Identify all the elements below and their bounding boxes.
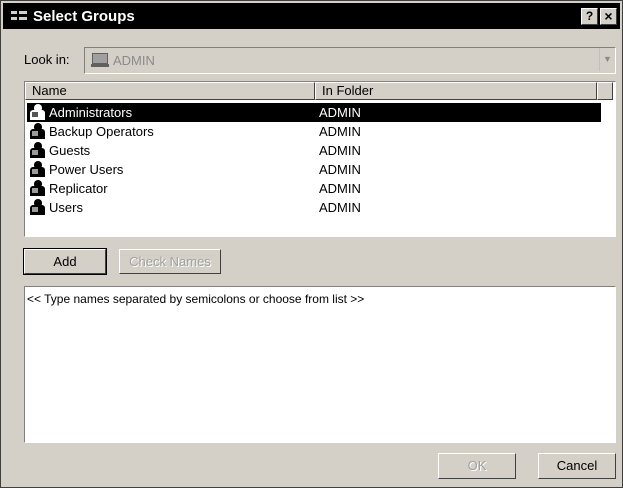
chevron-down-icon[interactable]: ▼ [599,48,615,71]
look-in-value: ADMIN [113,53,155,68]
group-name: Administrators [49,105,133,120]
group-name: Users [49,200,83,215]
ok-button[interactable]: OK [438,453,516,479]
column-header-in-folder[interactable]: In Folder [315,82,597,100]
group-folder: ADMIN [319,143,361,158]
add-button[interactable]: Add [23,248,107,275]
window-icon [11,11,27,21]
group-folder: ADMIN [319,162,361,177]
group-icon [29,104,47,121]
list-item[interactable]: Power Users ADMIN [27,160,601,179]
list-item[interactable]: Guests ADMIN [27,141,601,160]
group-icon [29,199,47,216]
title-bar[interactable]: Select Groups ? × [3,3,620,29]
group-folder: ADMIN [319,181,361,196]
group-name: Power Users [49,162,124,177]
window-title: Select Groups [33,8,135,25]
list-item[interactable]: Backup Operators ADMIN [27,122,601,141]
group-icon [29,142,47,159]
group-icon [29,123,47,140]
computer-icon [91,53,109,68]
look-in-label: Look in: [24,52,70,67]
column-header-name[interactable]: Name [25,82,315,100]
check-names-button[interactable]: Check Names [119,249,221,274]
look-in-dropdown[interactable]: ADMIN ▼ [84,47,616,74]
names-input[interactable]: << Type names separated by semicolons or… [24,286,616,443]
group-name: Backup Operators [49,124,154,139]
groups-list[interactable]: Name In Folder Administrators ADMIN Back… [24,81,616,237]
close-button[interactable]: × [600,8,617,25]
group-folder: ADMIN [319,124,361,139]
group-name: Replicator [49,181,108,196]
group-icon [29,161,47,178]
cancel-button[interactable]: Cancel [538,453,616,479]
list-item[interactable]: Users ADMIN [27,198,601,217]
group-folder: ADMIN [319,200,361,215]
column-header-filler [597,82,613,100]
names-input-placeholder: << Type names separated by semicolons or… [27,292,365,306]
list-item[interactable]: Replicator ADMIN [27,179,601,198]
group-folder: ADMIN [319,105,361,120]
list-item[interactable]: Administrators ADMIN [27,103,601,122]
group-name: Guests [49,143,91,158]
select-groups-dialog: Select Groups ? × Look in: ADMIN ▼ Name … [0,0,623,488]
group-icon [29,180,47,197]
help-button[interactable]: ? [581,8,598,25]
